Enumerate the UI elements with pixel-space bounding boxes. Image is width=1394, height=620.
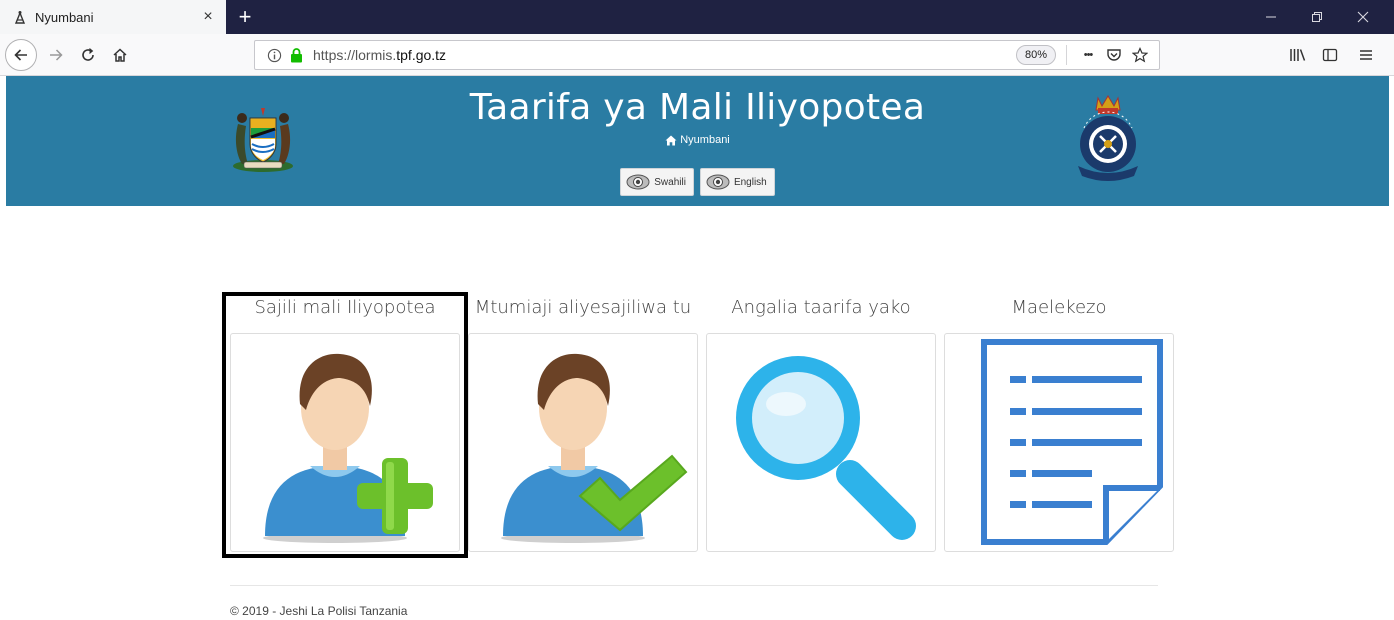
- window-close-icon[interactable]: [1340, 0, 1386, 34]
- new-tab-button[interactable]: +: [232, 4, 258, 30]
- address-bar[interactable]: https://lormis.tpf.go.tz 80% •••: [254, 40, 1160, 70]
- registered-user-card[interactable]: [468, 333, 698, 552]
- back-arrow-icon: [5, 39, 37, 71]
- lock-icon[interactable]: [287, 44, 305, 66]
- eye-icon: [706, 174, 730, 190]
- card-title-registered-user: Mtumiaji aliyesajiliwa tu: [474, 297, 692, 318]
- language-english-label: English: [733, 176, 767, 188]
- language-swahili-label: Swahili: [654, 176, 686, 188]
- instructions-card[interactable]: [944, 333, 1174, 552]
- url-text[interactable]: https://lormis.tpf.go.tz: [313, 47, 1016, 63]
- zoom-level-badge[interactable]: 80%: [1015, 45, 1056, 65]
- library-icon[interactable]: [1282, 39, 1314, 71]
- breadcrumb-label: Nyumbani: [680, 134, 730, 146]
- minimize-icon[interactable]: [1248, 0, 1294, 34]
- card-title-instructions: Maelekezo: [1011, 297, 1107, 318]
- bookmark-star-icon[interactable]: [1127, 42, 1153, 68]
- home-icon[interactable]: [104, 39, 136, 71]
- magnifier-icon: [736, 355, 916, 540]
- restore-icon[interactable]: [1294, 0, 1340, 34]
- document-list-icon: [981, 338, 1163, 545]
- language-swahili-button[interactable]: Swahili: [620, 168, 694, 196]
- menu-icon[interactable]: [1350, 39, 1382, 71]
- language-english-button[interactable]: English: [699, 168, 775, 196]
- footer-divider: [230, 585, 1158, 586]
- breadcrumb[interactable]: Nyumbani: [6, 134, 1389, 146]
- card-title-view-report: Angalia taarifa yako: [731, 297, 911, 318]
- forward-arrow-icon[interactable]: [40, 39, 72, 71]
- eye-icon: [626, 174, 650, 190]
- police-emblem-logo: [1078, 95, 1138, 181]
- page-title: Taarifa ya Mali Iliyopotea: [469, 87, 926, 128]
- more-actions-icon[interactable]: •••: [1075, 42, 1101, 68]
- view-report-card[interactable]: [706, 333, 936, 552]
- site-header-banner: Taarifa ya Mali Iliyopotea Nyumbani Swah…: [6, 76, 1389, 206]
- browser-toolbar: https://lormis.tpf.go.tz 80% •••: [0, 34, 1394, 76]
- url-divider: [1066, 45, 1067, 65]
- sidebar-toggle-icon[interactable]: [1314, 39, 1346, 71]
- pocket-icon[interactable]: [1101, 42, 1127, 68]
- reload-icon[interactable]: [72, 39, 104, 71]
- browser-tab-bar: Nyumbani × +: [0, 0, 1394, 34]
- info-icon[interactable]: [263, 44, 285, 66]
- back-button[interactable]: [5, 39, 37, 71]
- selection-highlight-frame: [222, 292, 468, 558]
- user-check-icon: [501, 353, 688, 543]
- language-switcher: Swahili English: [6, 168, 1389, 196]
- browser-tab[interactable]: Nyumbani ×: [0, 0, 226, 34]
- favicon-icon: [12, 9, 28, 25]
- tab-title: Nyumbani: [35, 9, 94, 25]
- breadcrumb-home-icon: [665, 135, 677, 146]
- tab-close-icon[interactable]: ×: [196, 5, 220, 29]
- footer-copyright: © 2019 - Jeshi La Polisi Tanzania: [230, 604, 408, 618]
